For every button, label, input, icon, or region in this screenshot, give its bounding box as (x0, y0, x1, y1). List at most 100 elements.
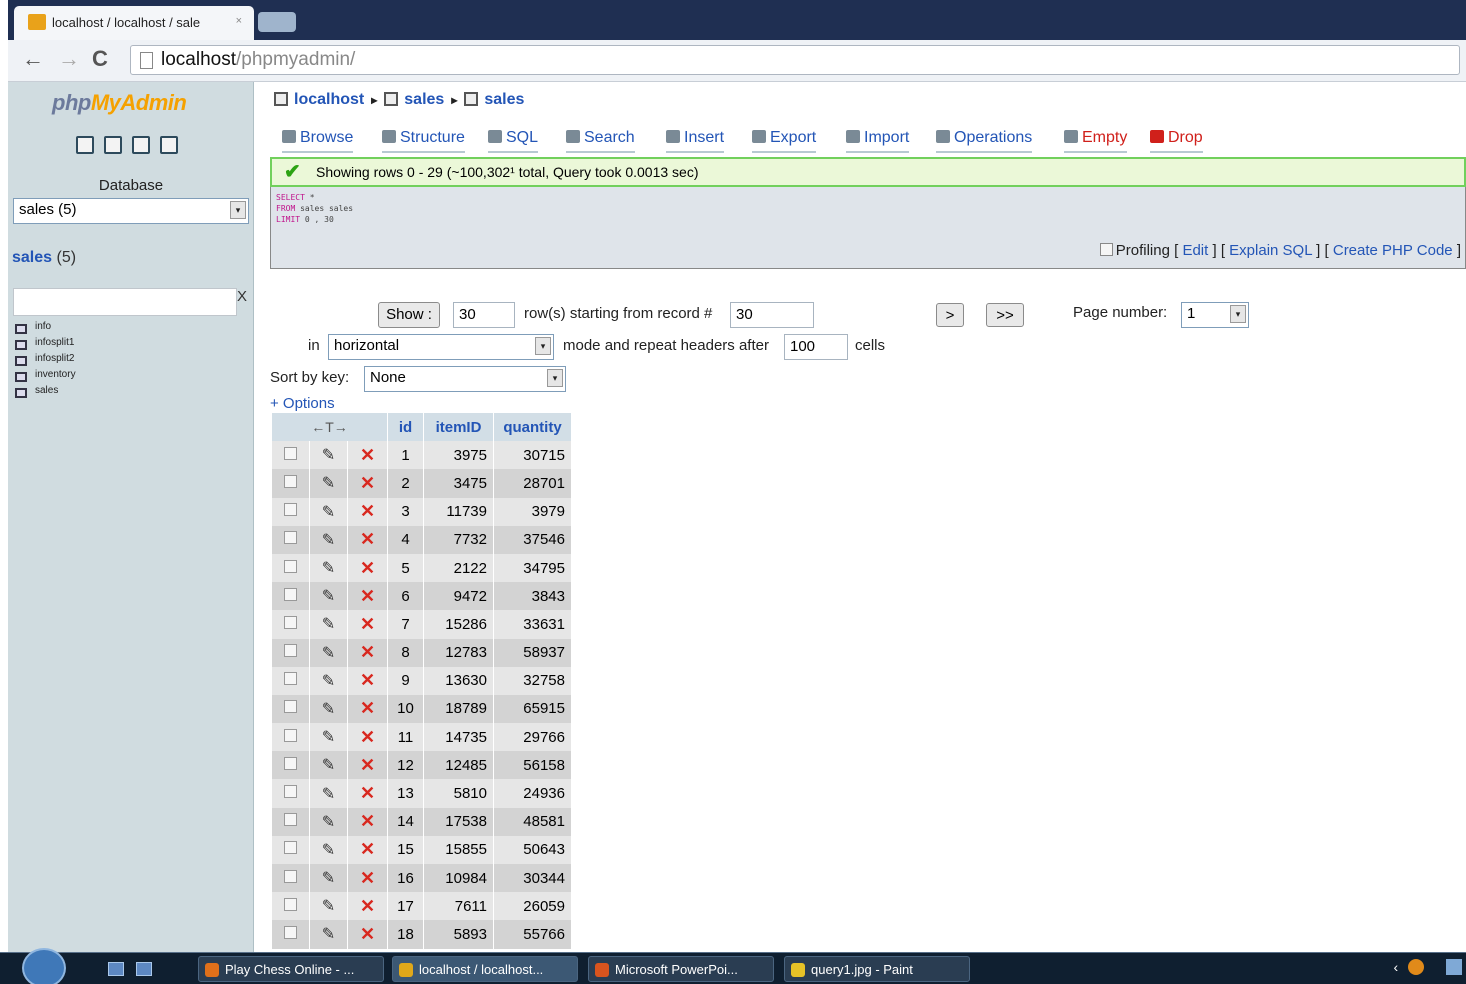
switch-windows-icon[interactable] (136, 962, 152, 976)
delete-icon[interactable]: ✕ (360, 727, 375, 747)
row-checkbox[interactable] (284, 559, 297, 573)
profiling-checkbox[interactable] (1099, 243, 1113, 256)
table-filter-input[interactable] (13, 288, 237, 316)
row-checkbox[interactable] (284, 728, 297, 742)
row-checkbox[interactable] (284, 756, 297, 770)
database-link[interactable]: sales (5) (12, 249, 76, 267)
network-icon[interactable] (1446, 959, 1462, 975)
column-arrows-header[interactable]: ←T→ (272, 413, 388, 442)
row-checkbox[interactable] (284, 531, 297, 545)
delete-icon[interactable]: ✕ (360, 529, 375, 549)
tab-drop[interactable]: Drop (1150, 125, 1203, 153)
edit-pencil-icon[interactable]: ✎ (322, 898, 335, 915)
create-php-code-link[interactable]: Create PHP Code (1333, 242, 1453, 259)
delete-icon[interactable]: ✕ (360, 698, 375, 718)
delete-icon[interactable]: ✕ (360, 783, 375, 803)
row-checkbox[interactable] (284, 785, 297, 799)
home-icon[interactable] (76, 136, 94, 154)
table-list-item[interactable]: inventory (13, 369, 76, 385)
edit-pencil-icon[interactable]: ✎ (322, 729, 335, 746)
explain-sql-link[interactable]: Explain SQL (1229, 242, 1312, 259)
delete-icon[interactable]: ✕ (360, 811, 375, 831)
browser-tab[interactable]: localhost / localhost / sale × (14, 6, 254, 40)
database-select[interactable]: sales (5) ▾ (13, 198, 249, 224)
edit-pencil-icon[interactable]: ✎ (322, 532, 335, 549)
sql-window-icon[interactable] (104, 136, 122, 154)
sort-key-select[interactable]: None ▾ (364, 366, 566, 392)
tab-search[interactable]: Search (566, 125, 635, 153)
row-checkbox[interactable] (284, 897, 297, 911)
edit-pencil-icon[interactable]: ✎ (322, 786, 335, 803)
row-checkbox[interactable] (284, 644, 297, 658)
row-checkbox[interactable] (284, 813, 297, 827)
edit-pencil-icon[interactable]: ✎ (322, 926, 335, 943)
row-checkbox[interactable] (284, 700, 297, 714)
row-checkbox[interactable] (284, 925, 297, 939)
table-list-item[interactable]: info (13, 321, 76, 337)
table-list-item[interactable]: infosplit2 (13, 353, 76, 369)
rows-count-input[interactable]: 30 (453, 302, 515, 328)
reload-icon[interactable]: C (92, 48, 108, 70)
tab-export[interactable]: Export (752, 125, 817, 153)
clear-filter-icon[interactable]: X (237, 288, 247, 305)
column-header-quantity[interactable]: quantity (494, 413, 572, 442)
taskbar-item[interactable]: query1.jpg - Paint (784, 956, 970, 982)
taskbar-item[interactable]: Play Chess Online - ... (198, 956, 384, 982)
edit-pencil-icon[interactable]: ✎ (322, 701, 335, 718)
display-mode-select[interactable]: horizontal ▾ (328, 334, 554, 360)
tray-expand-icon[interactable]: ‹ (1394, 959, 1399, 975)
show-button[interactable]: Show : (378, 302, 440, 328)
tab-import[interactable]: Import (846, 125, 910, 153)
table-list-item[interactable]: infosplit1 (13, 337, 76, 353)
row-checkbox[interactable] (284, 841, 297, 855)
breadcrumb-table[interactable]: sales (484, 91, 524, 108)
row-checkbox[interactable] (284, 446, 297, 460)
edit-pencil-icon[interactable]: ✎ (322, 870, 335, 887)
tab-close-icon[interactable]: × (236, 15, 242, 27)
breadcrumb-database[interactable]: sales (404, 91, 444, 108)
edit-pencil-icon[interactable]: ✎ (322, 673, 335, 690)
show-desktop-icon[interactable] (108, 962, 124, 976)
delete-icon[interactable]: ✕ (360, 642, 375, 662)
edit-pencil-icon[interactable]: ✎ (322, 814, 335, 831)
breadcrumb-server[interactable]: localhost (294, 91, 364, 108)
docs-icon[interactable] (132, 136, 150, 154)
phpmyadmin-logo[interactable]: phpMyAdmin (52, 90, 187, 116)
address-bar[interactable]: localhost/phpmyadmin/ (130, 45, 1460, 75)
delete-icon[interactable]: ✕ (360, 755, 375, 775)
back-icon[interactable]: ← (22, 48, 44, 70)
table-list-item[interactable]: sales (13, 385, 76, 401)
delete-icon[interactable]: ✕ (360, 558, 375, 578)
edit-pencil-icon[interactable]: ✎ (322, 645, 335, 662)
edit-pencil-icon[interactable]: ✎ (322, 447, 335, 464)
options-link[interactable]: + Options (270, 395, 335, 412)
delete-icon[interactable]: ✕ (360, 924, 375, 944)
tab-browse[interactable]: Browse (282, 125, 354, 153)
delete-icon[interactable]: ✕ (360, 614, 375, 634)
delete-icon[interactable]: ✕ (360, 839, 375, 859)
tab-insert[interactable]: Insert (666, 125, 725, 153)
row-checkbox[interactable] (284, 474, 297, 488)
row-checkbox[interactable] (284, 615, 297, 629)
start-button[interactable] (22, 948, 66, 984)
repeat-headers-input[interactable]: 100 (784, 334, 848, 360)
last-page-button[interactable]: >> (986, 303, 1024, 327)
row-checkbox[interactable] (284, 869, 297, 883)
row-checkbox[interactable] (284, 503, 297, 517)
delete-icon[interactable]: ✕ (360, 501, 375, 521)
taskbar-item[interactable]: Microsoft PowerPoi... (588, 956, 774, 982)
new-tab-button[interactable] (258, 12, 296, 32)
edit-pencil-icon[interactable]: ✎ (322, 588, 335, 605)
row-checkbox[interactable] (284, 587, 297, 601)
taskbar-item[interactable]: localhost / localhost... (392, 956, 578, 982)
forward-icon[interactable]: → (58, 48, 80, 70)
delete-icon[interactable]: ✕ (360, 445, 375, 465)
edit-pencil-icon[interactable]: ✎ (322, 842, 335, 859)
page-number-select[interactable]: 1 ▾ (1181, 302, 1249, 328)
tab-empty[interactable]: Empty (1064, 125, 1128, 153)
column-header-itemid[interactable]: itemID (424, 413, 494, 442)
column-header-id[interactable]: id (388, 413, 424, 442)
delete-icon[interactable]: ✕ (360, 670, 375, 690)
tab-sql[interactable]: SQL (488, 125, 539, 153)
edit-pencil-icon[interactable]: ✎ (322, 560, 335, 577)
